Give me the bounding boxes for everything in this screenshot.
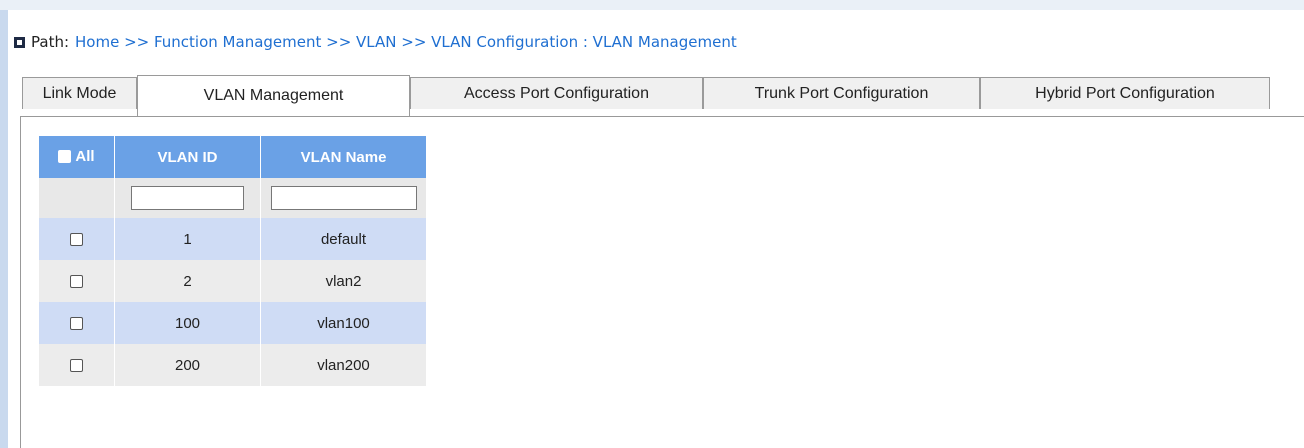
table-header-row: All VLAN ID VLAN Name	[39, 136, 426, 178]
row-select-cell	[39, 260, 115, 302]
row-checkbox[interactable]	[70, 233, 83, 247]
top-strip	[0, 0, 1304, 10]
vlan-table: All VLAN ID VLAN Name 1 default 2 vlan2	[39, 136, 426, 386]
row-checkbox[interactable]	[70, 275, 83, 289]
filter-empty-cell	[39, 178, 115, 218]
vlan-name-cell: vlan2	[260, 260, 426, 302]
vlan-name-filter-input[interactable]	[270, 186, 417, 210]
table-row[interactable]: 1 default	[39, 218, 426, 260]
filter-vlan-name-cell	[260, 178, 426, 218]
vlan-name-header[interactable]: VLAN Name	[260, 136, 426, 178]
vlan-id-cell: 200	[114, 344, 261, 386]
select-all-label: All	[75, 147, 95, 165]
table-row[interactable]: 2 vlan2	[39, 260, 426, 302]
row-checkbox[interactable]	[70, 317, 83, 331]
vlan-id-header[interactable]: VLAN ID	[114, 136, 261, 178]
tab-hybrid-port-configuration[interactable]: Hybrid Port Configuration	[980, 77, 1270, 109]
vlan-id-cell: 1	[114, 218, 261, 260]
row-checkbox[interactable]	[70, 359, 83, 373]
vlan-id-filter-input[interactable]	[131, 186, 244, 210]
row-select-cell	[39, 344, 115, 386]
breadcrumb: Path: Home >> Function Management >> VLA…	[14, 33, 737, 51]
tab-bar: Link Mode VLAN Management Access Port Co…	[22, 75, 1304, 117]
tab-access-port-configuration[interactable]: Access Port Configuration	[410, 77, 703, 109]
vlan-id-cell: 100	[114, 302, 261, 344]
tab-trunk-port-configuration[interactable]: Trunk Port Configuration	[703, 77, 980, 109]
path-square-icon	[14, 36, 25, 48]
select-all-header: All	[39, 136, 115, 178]
path-trail-link[interactable]: Home >> Function Management >> VLAN >> V…	[75, 33, 737, 51]
tab-vlan-management[interactable]: VLAN Management	[137, 75, 410, 116]
left-strip	[0, 10, 8, 448]
table-row[interactable]: 100 vlan100	[39, 302, 426, 344]
path-label: Path:	[31, 33, 70, 51]
vlan-name-cell: vlan200	[260, 344, 426, 386]
vlan-name-cell: default	[260, 218, 426, 260]
row-select-cell	[39, 218, 115, 260]
tab-link-mode[interactable]: Link Mode	[22, 77, 137, 109]
table-row[interactable]: 200 vlan200	[39, 344, 426, 386]
vlan-id-cell: 2	[114, 260, 261, 302]
row-select-cell	[39, 302, 115, 344]
filter-vlan-id-cell	[114, 178, 261, 218]
filter-row	[39, 178, 426, 218]
select-all-checkbox[interactable]	[58, 149, 72, 163]
vlan-name-cell: vlan100	[260, 302, 426, 344]
